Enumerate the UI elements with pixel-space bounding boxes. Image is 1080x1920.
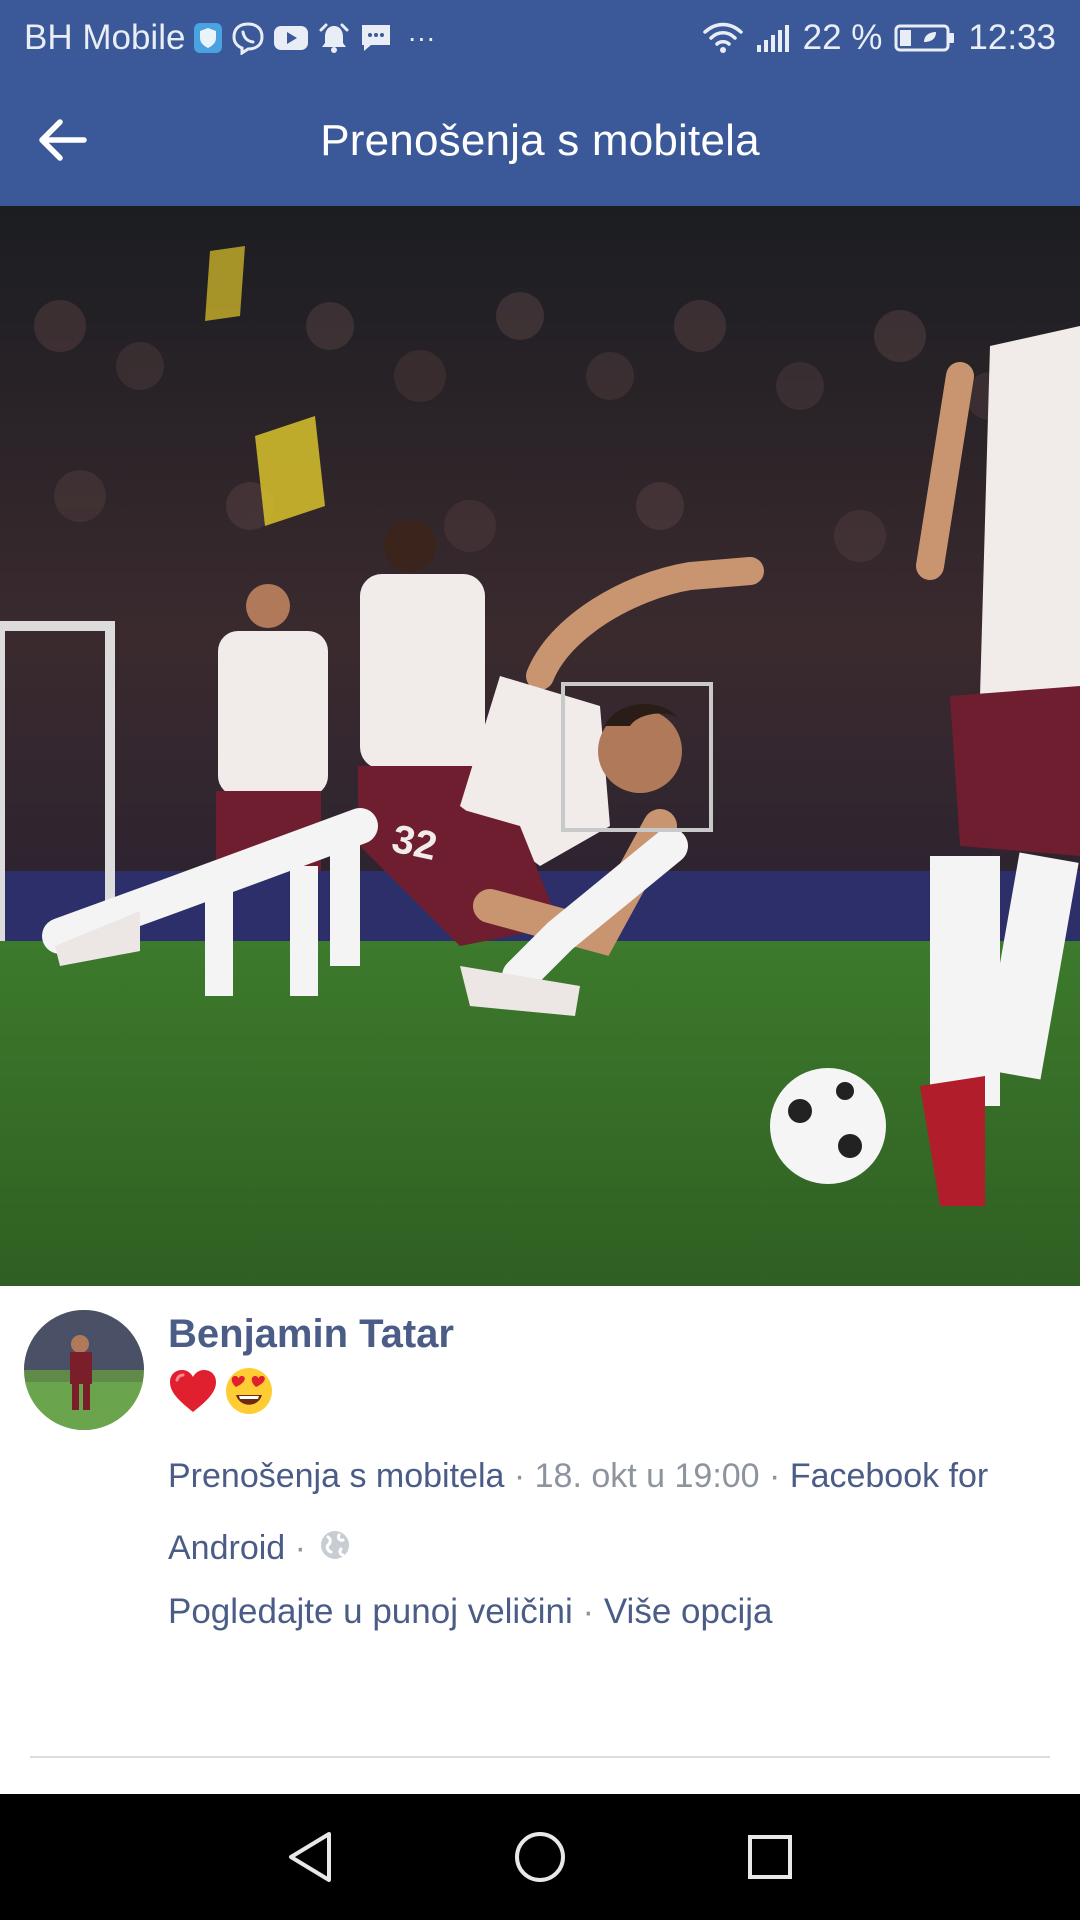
battery-percent: 22 % <box>802 17 883 57</box>
jersey-number: 32 <box>388 817 441 869</box>
nav-recents-button[interactable] <box>740 1827 800 1887</box>
alarm-icon <box>317 21 351 55</box>
post-date[interactable]: 18. okt u 19:00 <box>535 1457 760 1495</box>
separator: · <box>285 1529 316 1567</box>
wifi-icon <box>702 21 743 55</box>
post-actions: Pogledajte u punoj veličini · Više opcij… <box>168 1592 772 1632</box>
post-caption <box>168 1366 274 1416</box>
post-photo[interactable]: 32 <box>0 206 1080 1286</box>
more-icon: ··· <box>407 21 436 53</box>
arrow-left-icon <box>39 119 87 161</box>
carrier-name: BH Mobile <box>24 17 186 57</box>
navigation-bar <box>0 1794 1080 1920</box>
page-title: Prenošenja s mobitela <box>320 115 760 165</box>
youtube-icon <box>273 24 309 52</box>
globe-icon <box>319 1514 351 1586</box>
author-avatar[interactable] <box>24 1310 144 1430</box>
app-link-line2: Android <box>168 1529 286 1567</box>
photo-illustration: 32 <box>0 206 1080 1286</box>
separator: · <box>504 1457 535 1495</box>
nav-recents-icon <box>748 1835 792 1879</box>
app-bar: Prenošenja s mobitela <box>0 75 1080 206</box>
separator: · <box>572 1592 604 1631</box>
avatar-image <box>24 1310 144 1430</box>
status-right: 22 % 12:33 <box>702 17 1056 58</box>
shield-icon <box>193 22 223 54</box>
app-link-line1: Facebook for <box>789 1457 989 1495</box>
view-full-size-link[interactable]: Pogledajte u punoj veličini <box>168 1592 573 1631</box>
clock: 12:33 <box>968 17 1056 57</box>
nav-back-icon <box>289 1832 331 1882</box>
album-link[interactable]: Prenošenja s mobitela <box>168 1457 504 1495</box>
viber-icon <box>231 21 265 55</box>
message-icon <box>359 22 393 54</box>
author-name[interactable]: Benjamin Tatar <box>168 1312 454 1357</box>
back-button[interactable] <box>30 108 94 172</box>
post-meta: Prenošenja s mobitela · 18. okt u 19:00 … <box>168 1440 1048 1586</box>
nav-home-icon <box>515 1832 565 1882</box>
signal-icon <box>755 23 791 53</box>
nav-home-button[interactable] <box>510 1827 570 1887</box>
battery-icon <box>894 23 956 53</box>
separator: · <box>759 1457 790 1495</box>
heart-emoji <box>170 1370 216 1412</box>
divider <box>30 1756 1050 1758</box>
heart-eyes-emoji <box>226 1368 272 1414</box>
nav-back-button[interactable] <box>280 1827 340 1887</box>
status-left: BH Mobile ··· <box>24 18 435 58</box>
more-options-link[interactable]: Više opcija <box>604 1592 773 1631</box>
status-bar: BH Mobile ··· 22 % 12:33 <box>0 0 1080 75</box>
